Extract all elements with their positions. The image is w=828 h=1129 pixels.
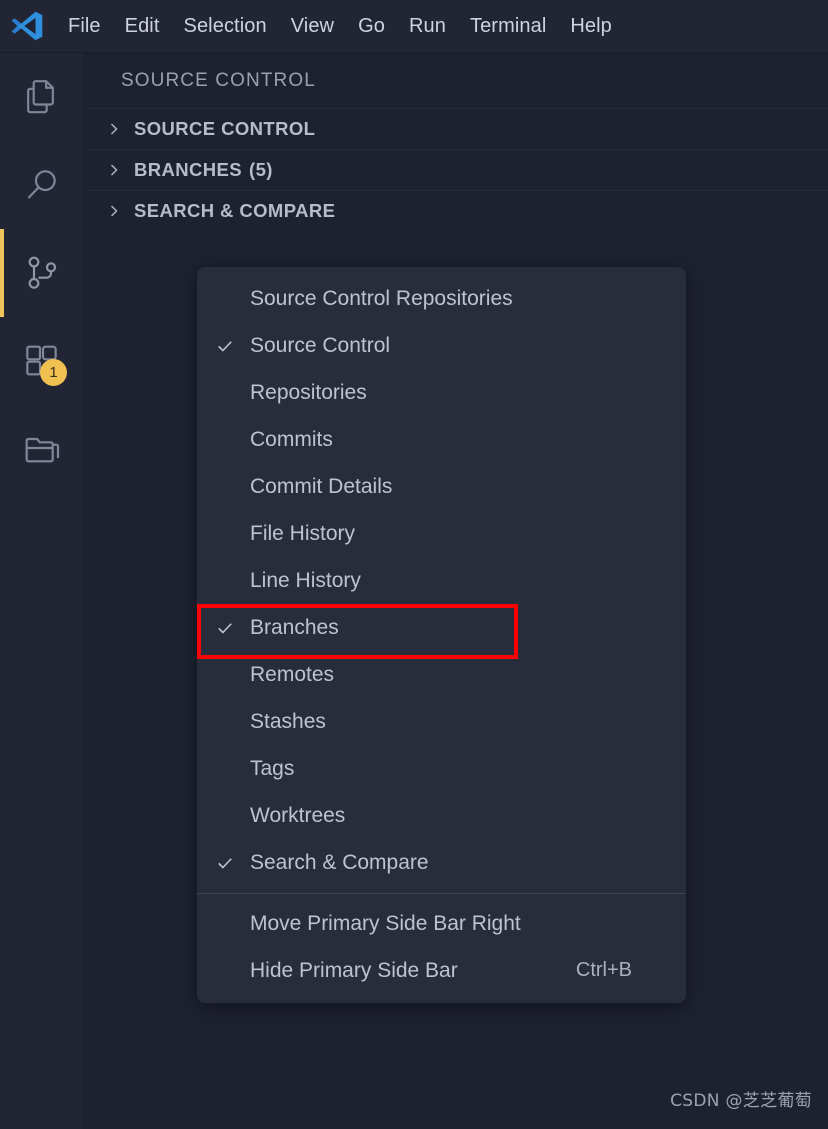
- title-bar: File Edit Selection View Go Run Terminal…: [0, 0, 828, 53]
- context-menu-item-label: Hide Primary Side Bar: [250, 958, 458, 982]
- context-menu-item-file-history[interactable]: File History: [197, 510, 686, 557]
- active-indicator: [0, 141, 4, 229]
- menu-bar: File Edit Selection View Go Run Terminal…: [56, 12, 624, 41]
- menu-selection[interactable]: Selection: [172, 12, 279, 41]
- menu-help[interactable]: Help: [558, 12, 624, 41]
- context-menu-item-label: Commits: [250, 427, 333, 451]
- context-menu-item-label: Commit Details: [250, 474, 393, 498]
- side-bar-context-menu: Source Control Repositories Source Contr…: [197, 267, 686, 1003]
- context-menu-item-label: File History: [250, 521, 356, 545]
- menu-view[interactable]: View: [279, 12, 346, 41]
- section-count: (5): [249, 159, 273, 180]
- files-icon: [27, 80, 54, 114]
- context-menu-item-commit-details[interactable]: Commit Details: [197, 463, 686, 510]
- menu-file[interactable]: File: [56, 12, 113, 41]
- context-menu-separator: [197, 893, 686, 894]
- side-bar-title: SOURCE CONTROL: [121, 69, 316, 91]
- context-menu-item-stashes[interactable]: Stashes: [197, 698, 686, 745]
- activity-item-search[interactable]: [0, 141, 84, 229]
- activity-item-explorer[interactable]: [0, 53, 84, 141]
- chevron-right-icon: [110, 205, 118, 217]
- check-icon: [213, 334, 237, 358]
- search-icon: [27, 170, 56, 199]
- watermark: CSDN @芝芝葡萄: [670, 1091, 812, 1111]
- section-source-control[interactable]: SOURCE CONTROL: [85, 108, 828, 149]
- active-indicator: [0, 229, 4, 317]
- context-menu-item-label: Repositories: [250, 380, 367, 404]
- chevron-right-icon: [110, 164, 118, 176]
- context-menu-item-remotes[interactable]: Remotes: [197, 651, 686, 698]
- chevron-right-icon: [110, 123, 118, 135]
- section-search-compare[interactable]: SEARCH & COMPARE: [85, 190, 828, 231]
- context-menu-item-shortcut: Ctrl+B: [575, 959, 632, 981]
- context-menu-item-source-control[interactable]: Source Control: [197, 322, 686, 369]
- activity-item-source-control[interactable]: [0, 229, 84, 317]
- context-menu-item-label: Source Control Repositories: [250, 286, 513, 310]
- context-menu-item-source-control-repositories[interactable]: Source Control Repositories: [197, 275, 686, 322]
- active-indicator: [0, 317, 4, 405]
- extensions-badge: 1: [40, 359, 67, 386]
- activity-item-extensions[interactable]: 1: [0, 317, 84, 405]
- menu-run[interactable]: Run: [397, 12, 458, 41]
- context-menu-item-line-history[interactable]: Line History: [197, 557, 686, 604]
- context-menu-item-search-compare[interactable]: Search & Compare: [197, 839, 686, 886]
- context-menu-item-label: Line History: [250, 568, 361, 592]
- section-label: SEARCH & COMPARE: [134, 200, 336, 221]
- context-menu-item-repositories[interactable]: Repositories: [197, 369, 686, 416]
- vscode-logo-icon: [11, 11, 43, 41]
- section-label: BRANCHES: [134, 159, 243, 180]
- context-menu-item-commits[interactable]: Commits: [197, 416, 686, 463]
- context-menu-item-worktrees[interactable]: Worktrees: [197, 792, 686, 839]
- context-menu-item-label: Source Control: [250, 333, 391, 357]
- context-menu-item-label: Stashes: [250, 709, 326, 733]
- activity-item-folder[interactable]: [0, 405, 84, 493]
- context-menu-item-move-primary-side-bar-right[interactable]: Move Primary Side Bar Right: [197, 900, 686, 947]
- activity-bar: 1: [0, 53, 84, 1129]
- context-menu-item-label: Move Primary Side Bar Right: [250, 911, 521, 935]
- context-menu-item-label: Remotes: [250, 662, 335, 686]
- source-control-icon: [28, 256, 57, 289]
- folder-icon: [25, 437, 60, 463]
- menu-edit[interactable]: Edit: [113, 12, 172, 41]
- context-menu-item-label: Tags: [250, 756, 295, 780]
- active-indicator: [0, 53, 4, 141]
- menu-go[interactable]: Go: [346, 12, 397, 41]
- section-branches[interactable]: BRANCHES (5): [85, 149, 828, 190]
- active-indicator: [0, 405, 4, 493]
- context-menu-item-label: Worktrees: [250, 803, 346, 827]
- context-menu-item-hide-primary-side-bar[interactable]: Hide Primary Side Bar Ctrl+B: [197, 947, 686, 994]
- vscode-window: File Edit Selection View Go Run Terminal…: [0, 0, 828, 1129]
- check-icon: [213, 616, 237, 640]
- context-menu-item-label: Search & Compare: [250, 850, 429, 874]
- context-menu-item-branches[interactable]: Branches: [197, 604, 686, 659]
- context-menu-item-tags[interactable]: Tags: [197, 745, 686, 792]
- section-label: SOURCE CONTROL: [134, 118, 316, 139]
- check-icon: [213, 851, 237, 875]
- context-menu-item-label: Branches: [250, 615, 339, 639]
- menu-terminal[interactable]: Terminal: [458, 12, 558, 41]
